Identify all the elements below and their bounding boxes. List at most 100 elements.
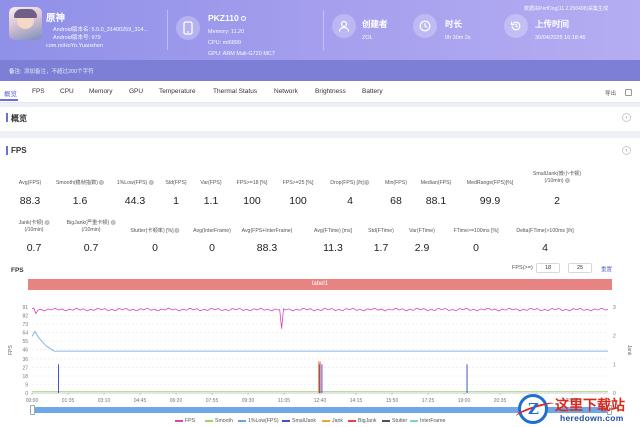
duration-label: 时长 (445, 19, 463, 29)
tab-cpu[interactable]: CPU (60, 88, 74, 95)
notes-label: 备注: (9, 69, 22, 75)
tab-battery[interactable]: Battery (362, 88, 383, 95)
active-tab-indicator (0, 99, 18, 101)
metric-value: 4 (347, 195, 353, 207)
device-info-icon[interactable] (240, 16, 246, 22)
help-icon[interactable]: ? (148, 180, 154, 186)
metric-value: 11.3 (323, 242, 343, 254)
legend-item[interactable]: BigJank (348, 418, 376, 424)
legend-swatch (238, 419, 246, 422)
help-icon[interactable]: ? (44, 220, 50, 226)
metric-label: Avg(FPS) (18, 180, 42, 186)
metric-label: Stutter(卡顿率) [%]? (130, 228, 180, 234)
tab-overview[interactable]: 概览 (4, 88, 17, 98)
label-band[interactable]: label1 (28, 279, 612, 290)
metric-value: 0 (473, 242, 479, 254)
legend-item[interactable]: Jank (322, 418, 343, 424)
y-axis-label: FPS (8, 344, 14, 354)
x-tick-label: 07:55 (206, 398, 219, 404)
tab-thermal-status[interactable]: Thermal Status (213, 88, 257, 95)
help-icon[interactable]: ? (110, 220, 116, 226)
y2-tick-label: 3 (613, 305, 616, 311)
y2-axis-label: Jank (626, 345, 632, 356)
metric-value: 44.3 (124, 195, 146, 207)
help-icon[interactable]: ? (174, 228, 180, 234)
app-version-code: Android版本号: 979 (53, 35, 101, 41)
export-button[interactable]: 导出 (605, 89, 616, 97)
legend-swatch (322, 419, 330, 422)
metric-value: 1.1 (203, 195, 219, 207)
legend-swatch (348, 419, 356, 422)
legend-item[interactable]: InterFrame (410, 418, 445, 424)
overview-panel: 概览 › (0, 107, 640, 131)
metric-label: Smooth(稳帧指数)? (55, 180, 105, 186)
metric-label: Median(FPS) (420, 180, 452, 186)
zoom-handle-left[interactable] (30, 405, 35, 415)
tab-fps[interactable]: FPS (32, 88, 45, 95)
metric-value: 0 (209, 242, 215, 254)
panel-accent (6, 113, 8, 122)
legend-label: SmallJank (292, 418, 316, 424)
version-note: 数据由PerfDog(11.2.250408)采集生成 (524, 6, 609, 12)
help-icon[interactable]: ? (99, 180, 105, 186)
metric-label: FTime>=100ms [%] (453, 228, 499, 234)
legend-swatch (282, 419, 290, 422)
legend-swatch (410, 419, 418, 422)
y-tick-label: 82 (22, 314, 28, 320)
legend-item[interactable]: SmallJank (282, 418, 316, 424)
reset-button[interactable]: 重置 (601, 265, 612, 273)
legend-item[interactable]: Smooth (205, 418, 233, 424)
legend-label: BigJank (358, 418, 377, 424)
legend-item[interactable]: FPS (175, 418, 195, 424)
notes-bar: 备注: 添加备注，不超过200个字符 (0, 60, 640, 81)
y-tick-label: 18 (22, 374, 28, 380)
metric-value: 88.3 (19, 195, 41, 207)
upload-label: 上传时间 (535, 19, 570, 29)
chart-title: FPS (11, 267, 24, 274)
watermark-logo: Z (518, 394, 548, 424)
watermark-text: 这里下载站 (555, 398, 625, 414)
tab-temperature[interactable]: Temperature (159, 88, 196, 95)
tab-network[interactable]: Network (274, 88, 298, 95)
metric-value: 2.9 (414, 242, 430, 254)
collapse-icon[interactable]: › (622, 113, 631, 122)
y-tick-label: 55 (22, 339, 28, 345)
metric-label: MedRange(FPS)[%] (466, 180, 514, 186)
fps-threshold-input-2[interactable]: 25 (568, 263, 592, 273)
metric-value: 100 (289, 195, 307, 207)
x-tick-label: 09:30 (242, 398, 255, 404)
app-version-name: Android版本名: 5.5.0_31400259_314... (53, 27, 149, 33)
tab-gpu[interactable]: GPU (129, 88, 143, 95)
legend-item[interactable]: Stutter (382, 418, 407, 424)
device-cpu: CPU: mt6899 (208, 40, 242, 46)
notes-input[interactable]: 添加备注，不超过200个字符 (24, 67, 94, 75)
help-icon[interactable]: ? (564, 178, 570, 184)
tab-bar: 概览 FPS CPU Memory GPU Temperature Therma… (0, 81, 640, 103)
fps-threshold-input-1[interactable]: 18 (536, 263, 560, 273)
report-header: 原神 Android版本名: 5.5.0_31400259_314... And… (0, 0, 640, 60)
y-tick-label: 91 (22, 305, 28, 311)
x-tick-label: 17:25 (422, 398, 435, 404)
legend-label: FPS (185, 418, 196, 424)
legend-swatch (175, 419, 183, 422)
x-tick-label: 01:35 (62, 398, 75, 404)
x-tick-label: 11:05 (278, 398, 290, 404)
metric-value: 0 (152, 242, 158, 254)
tab-memory[interactable]: Memory (89, 88, 112, 95)
collapse-icon[interactable]: ‹ (622, 146, 631, 155)
legend-swatch (205, 419, 213, 422)
y-tick-label: 36 (22, 357, 28, 363)
metric-value: 1.6 (72, 195, 88, 207)
app-name: 原神 (46, 13, 66, 24)
help-icon[interactable]: ? (364, 180, 370, 186)
tab-brightness[interactable]: Brightness (315, 88, 346, 95)
metric-label: Drop(FPS) [/h]? (330, 180, 370, 186)
upload-value: 30/04/2025 16:18:46 (535, 35, 586, 41)
metric-label: SmallJank(微小卡顿) (/10min)? (532, 171, 582, 184)
metric-label: Std(FTime) (368, 228, 394, 234)
export-icon[interactable] (625, 89, 632, 96)
legend-item[interactable]: 1%Low(FPS) (238, 418, 279, 424)
metric-label: Delta(FTime)>100ms [/h] (516, 228, 574, 234)
metric-value: 88.3 (256, 242, 278, 254)
device-memory: Memory: 11.20 (208, 29, 245, 35)
